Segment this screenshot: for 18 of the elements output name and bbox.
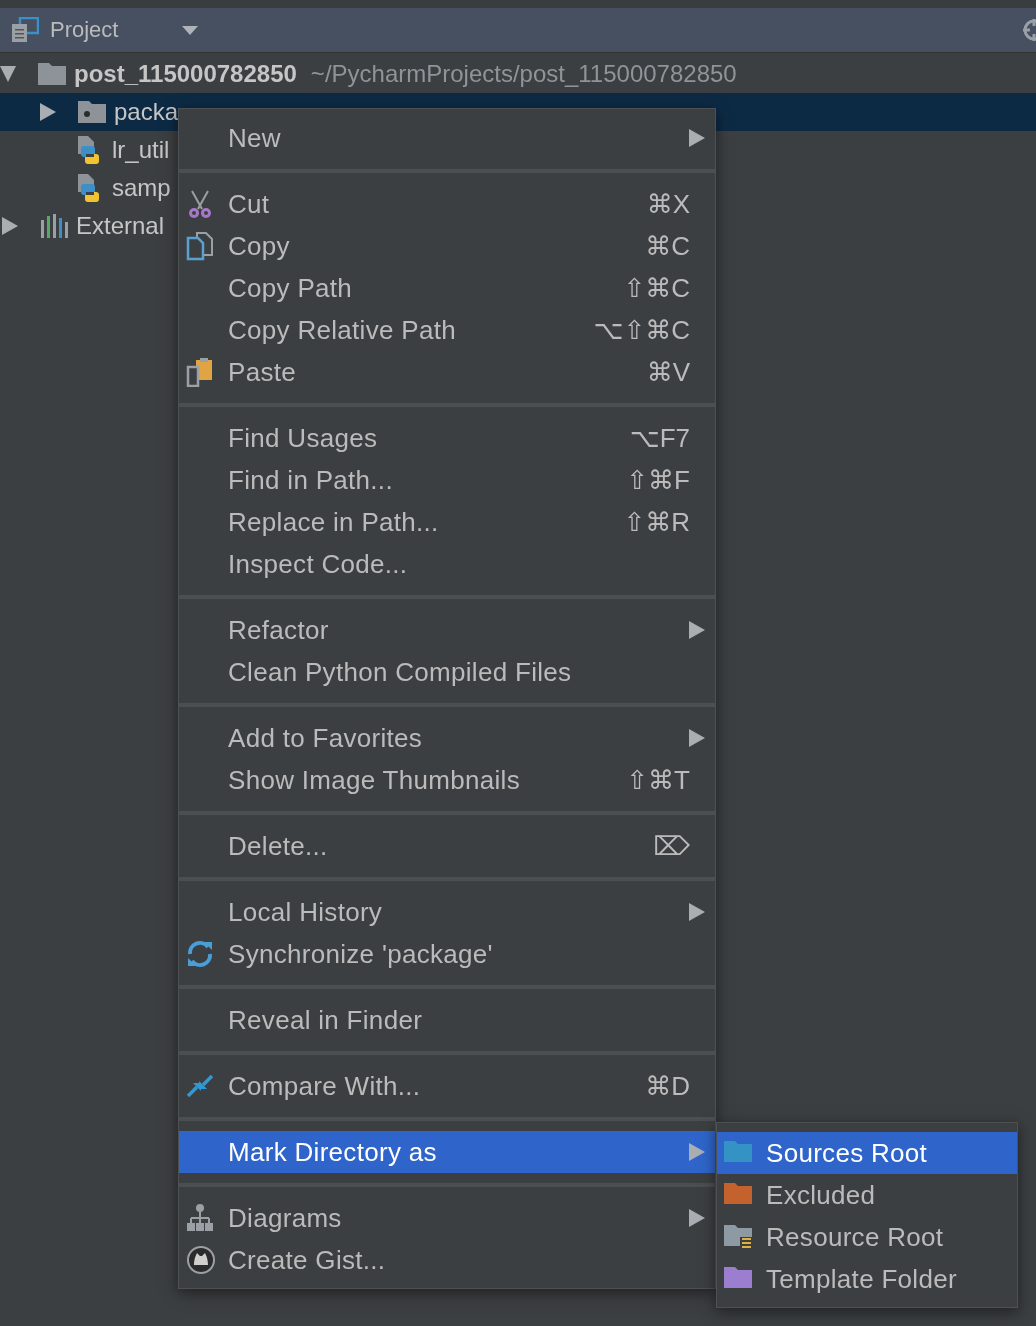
tree-label: External bbox=[76, 212, 165, 240]
shortcut-label: ⌘D bbox=[645, 1070, 690, 1102]
shortcut-label: ⌘X bbox=[646, 188, 690, 220]
shortcut-label: ⌥F7 bbox=[629, 422, 690, 454]
shortcut-label: ⇧⌘T bbox=[626, 764, 690, 796]
tree-label: samp bbox=[112, 174, 171, 202]
shortcut-label: ⌘V bbox=[646, 356, 690, 388]
tree-label: lr_util bbox=[112, 136, 170, 164]
tree-label: post_115000782850 bbox=[74, 60, 297, 88]
project-path: ~/PycharmProjects/post_115000782850 bbox=[310, 60, 737, 88]
tree-label: packa bbox=[114, 98, 179, 126]
shortcut-label: ⇧⌘R bbox=[623, 506, 690, 538]
shortcut-label: ⌘C bbox=[645, 230, 690, 262]
panel-title: Project bbox=[50, 17, 119, 43]
shortcut-label: ⇧⌘C bbox=[623, 272, 690, 304]
shortcut-label: ⌥⇧⌘C bbox=[593, 314, 690, 346]
shortcut-label: ⇧⌘F bbox=[626, 464, 690, 496]
shortcut-label: ⌦ bbox=[653, 830, 690, 862]
